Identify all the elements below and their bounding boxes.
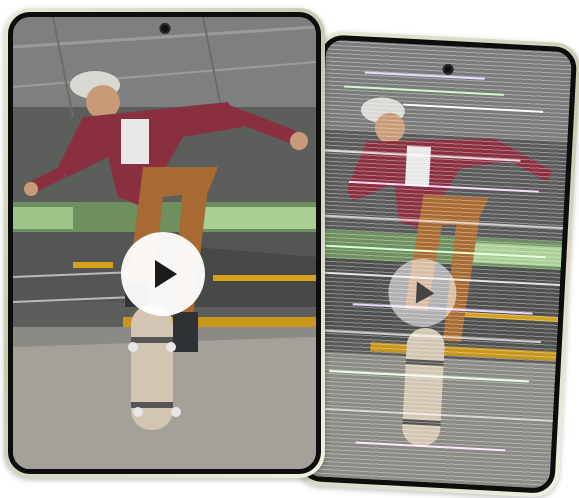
play-icon — [155, 260, 177, 288]
play-button[interactable] — [121, 232, 205, 316]
front-phone — [4, 8, 325, 478]
play-icon — [415, 281, 435, 305]
front-phone-screen — [13, 17, 316, 469]
back-phone — [294, 30, 579, 498]
back-phone-screen — [303, 39, 573, 489]
front-camera — [159, 23, 170, 34]
